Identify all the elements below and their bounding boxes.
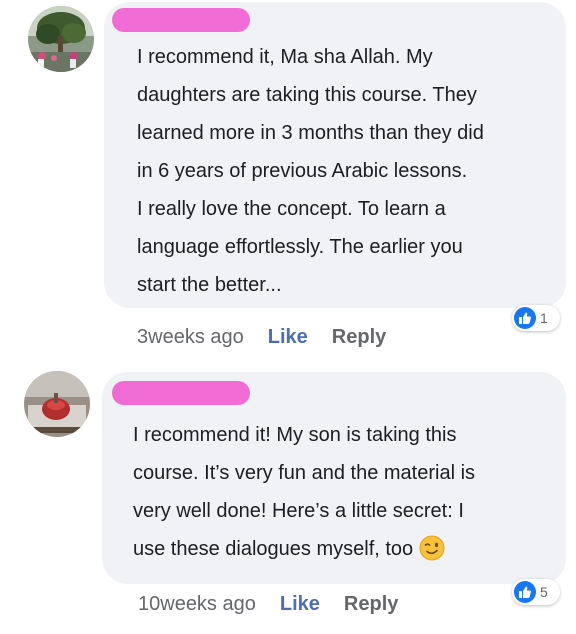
reply-button[interactable]: Reply	[332, 326, 386, 349]
comment-timestamp[interactable]: 10weeks ago	[138, 593, 256, 616]
comment-line: daughters are taking this course. They	[137, 84, 477, 106]
comment-line: language effortlessly. The earlier you	[137, 236, 463, 258]
comment-thread: I recommend it, Ma sha Allah. My daughte…	[0, 0, 576, 634]
thumbs-up-icon	[514, 307, 536, 329]
comment-line: I really love the concept. To learn a	[137, 198, 446, 220]
comment-line: start the better...	[137, 274, 282, 296]
thumbs-up-icon	[514, 581, 536, 603]
comment-line: course. It’s very fun and the material i…	[133, 462, 476, 484]
reaction-count: 1	[540, 310, 548, 326]
comment-line: use these dialogues myself, too	[133, 530, 475, 568]
comment-text: I recommend it! My son is taking this co…	[133, 416, 475, 568]
comment-timestamp[interactable]: 3weeks ago	[137, 326, 244, 349]
comment-line: very well done! Here’s a little secret: …	[133, 500, 464, 522]
comment-line: I recommend it, Ma sha Allah. My	[137, 46, 433, 68]
comment-actions: 3weeks ago Like Reply	[137, 326, 386, 349]
commenter-avatar[interactable]	[24, 371, 90, 437]
reaction-summary[interactable]: 5	[512, 579, 560, 605]
redacted-author-name	[112, 381, 250, 405]
reply-button[interactable]: Reply	[344, 593, 398, 616]
like-button[interactable]: Like	[268, 326, 308, 349]
commenter-avatar[interactable]	[28, 6, 94, 72]
comment-line: learned more in 3 months than they did	[137, 122, 484, 144]
like-button[interactable]: Like	[280, 593, 320, 616]
redacted-author-name	[112, 8, 250, 32]
comment-line: I recommend it! My son is taking this	[133, 424, 457, 446]
comment-text: I recommend it, Ma sha Allah. My daughte…	[137, 38, 484, 304]
comment-actions: 10weeks ago Like Reply	[138, 593, 398, 616]
winking-face-emoji	[419, 535, 445, 561]
comment-line: in 6 years of previous Arabic lessons.	[137, 160, 468, 182]
reaction-count: 5	[540, 584, 548, 600]
comment-line-text: use these dialogues myself, too	[133, 538, 414, 560]
reaction-summary[interactable]: 1	[512, 305, 560, 331]
